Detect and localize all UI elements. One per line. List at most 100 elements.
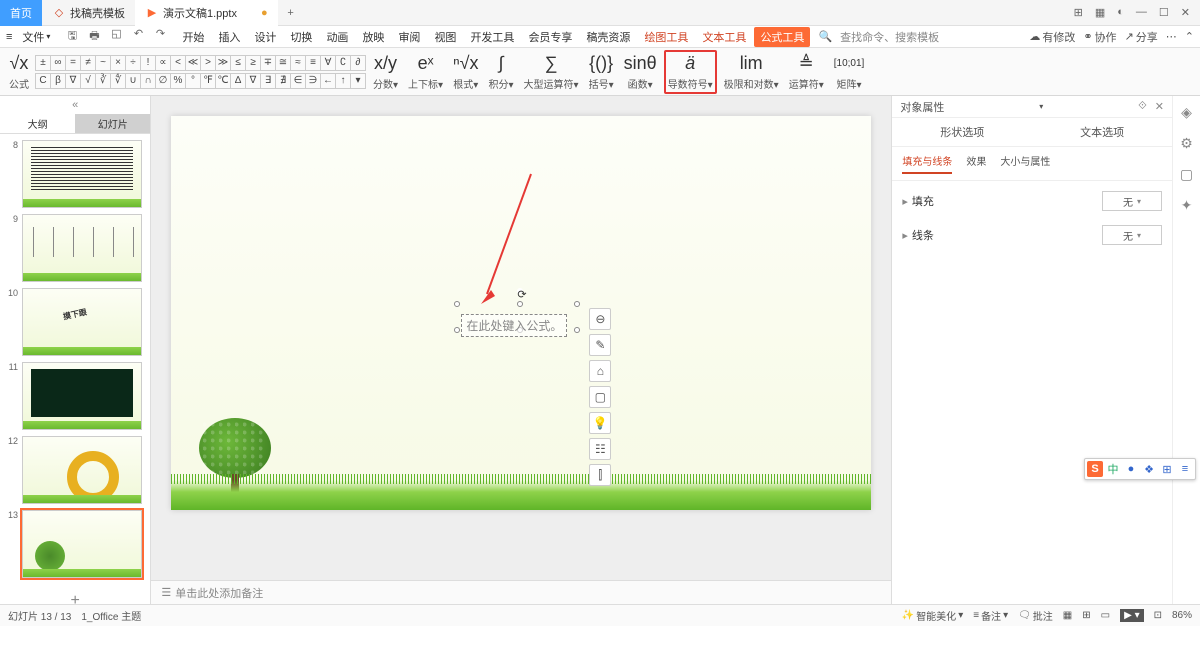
tab-shape-options[interactable]: 形状选项 [892,118,1032,146]
close-panel-icon[interactable]: ✕ [1155,100,1164,113]
view-normal-icon[interactable]: ▦ [1063,610,1072,621]
ime-logo-icon[interactable]: S [1087,461,1103,477]
pin-icon[interactable]: ⟐ [1138,100,1147,113]
view-reading-icon[interactable]: ▭ [1101,610,1110,621]
group-bracket[interactable]: {()}括号▾ [586,53,617,91]
subtab-effects[interactable]: 效果 [966,153,986,174]
thumb-11[interactable] [22,362,142,430]
tab-view[interactable]: 视图 [428,27,462,47]
beautify-button[interactable]: ✨ 智能美化 ▾ [902,608,963,623]
group-formula[interactable]: √x 公式 [6,53,32,91]
minimize-button[interactable]: — [1136,6,1147,19]
tab-outline[interactable]: 大纲 [0,114,75,133]
group-operator[interactable]: ≜运算符▾ [786,53,827,91]
float-list-icon[interactable]: ☷ [589,438,611,460]
new-tab-button[interactable]: + [278,7,304,19]
print-icon[interactable]: 🖶 [86,27,102,46]
rail-diamond-icon[interactable]: ◈ [1181,104,1192,121]
notes-pane[interactable]: ☰ 单击此处添加备注 [151,580,891,604]
row-line[interactable]: ▸线条 无 [902,225,1162,245]
row-fill[interactable]: ▸填充 无 [902,191,1162,211]
thumbnail-list[interactable]: 8 9 10摸下跟 11 12 13 + [0,134,150,604]
subtab-fill-line[interactable]: 填充与线条 [902,153,952,174]
tab-design[interactable]: 设计 [248,27,282,47]
tab-animation[interactable]: 动画 [320,27,354,47]
tab-insert[interactable]: 插入 [212,27,246,47]
preview-icon[interactable]: ◱ [108,27,124,46]
collaborate-button[interactable]: ⚭ 协作 [1083,29,1116,45]
equation-input[interactable]: 在此处键入公式。 [461,314,567,337]
tab-text-options[interactable]: 文本选项 [1032,118,1172,146]
comments-button[interactable]: 🗨 批注 [1018,608,1053,623]
more-icon[interactable]: ⋯ [1166,30,1177,43]
person-icon[interactable]: ◐ [1117,6,1124,19]
ui-icon2[interactable]: ▦ [1095,6,1105,19]
group-integral[interactable]: ∫积分▾ [486,53,517,91]
tab-transition[interactable]: 切换 [284,27,318,47]
zoom-fit-icon[interactable]: ⊡ [1154,610,1162,621]
subtab-size[interactable]: 大小与属性 [1000,153,1050,174]
share-button[interactable]: ↗ 分享 [1125,29,1158,45]
group-limit[interactable]: lim极限和对数▾ [721,53,782,91]
save-icon[interactable]: 🖫 [64,27,80,46]
rail-gear-icon[interactable]: ⚙ [1180,135,1193,152]
ime-kbd-icon[interactable]: ⊞ [1159,461,1175,477]
float-bulb-icon[interactable]: 💡 [589,412,611,434]
maximize-button[interactable]: ☐ [1159,6,1169,19]
ui-icon[interactable]: ⊞ [1074,6,1083,19]
play-button[interactable]: ▶ ▾ [1120,609,1144,622]
menu-icon[interactable]: ≡ [6,31,12,43]
float-close-icon[interactable]: ⊖ [589,308,611,330]
ime-lang-icon[interactable]: 中 [1105,461,1121,477]
ime-menu-icon[interactable]: ≡ [1177,461,1193,477]
group-matrix[interactable]: [10;01]矩阵▾ [831,53,868,91]
float-home-icon[interactable]: ⌂ [589,360,611,382]
tab-presentation[interactable]: ▶ 演示文稿1.pptx ● [135,0,278,26]
float-chart-icon[interactable]: ⫿ [589,464,611,486]
tab-drawing-tools[interactable]: 绘图工具 [638,27,694,47]
tab-review[interactable]: 审阅 [392,27,426,47]
rail-star-icon[interactable]: ✦ [1181,197,1193,214]
search-input[interactable]: 查找命令、搜索模板 [840,29,939,45]
group-large-op[interactable]: ∑大型运算符▾ [521,53,582,91]
group-radical[interactable]: ⁿ√x根式▾ [450,53,481,91]
tab-templates[interactable]: ◇ 找稿壳模板 [42,0,135,26]
tab-home[interactable]: 首页 [0,0,42,26]
file-menu[interactable]: 文件 ▾ [16,27,56,47]
ime-punct-icon[interactable]: ● [1123,461,1139,477]
line-select[interactable]: 无 [1102,225,1162,245]
tab-devtools[interactable]: 开发工具 [464,27,520,47]
redo-icon[interactable]: ↷ [152,27,168,46]
rail-doc-icon[interactable]: ▢ [1180,166,1193,183]
tab-start[interactable]: 开始 [176,27,210,47]
close-button[interactable]: ✕ [1181,6,1190,19]
notes-button[interactable]: ≡ 备注 ▾ [973,608,1008,623]
unsaved-indicator[interactable]: ☁ 有修改 [1029,29,1075,45]
thumb-13[interactable] [22,510,142,578]
slide-canvas[interactable]: ⟳ 在此处键入公式。 ⊖ ✎ ⌂ ▢ 💡 ☷ ⫿ [171,116,871,510]
tab-formula-tools[interactable]: 公式工具 [754,27,810,47]
thumb-8[interactable] [22,140,142,208]
tab-resources[interactable]: 稿壳资源 [580,27,636,47]
tab-slides[interactable]: 幻灯片 [75,114,150,133]
tab-member[interactable]: 会员专享 [522,27,578,47]
ime-voice-icon[interactable]: ❖ [1141,461,1157,477]
undo-icon[interactable]: ↶ [130,27,146,46]
fill-select[interactable]: 无 [1102,191,1162,211]
group-fraction[interactable]: x/y分数▾ [370,53,401,91]
group-derivative[interactable]: ä导数符号▾ [664,50,717,94]
tab-text-tools[interactable]: 文本工具 [696,27,752,47]
add-slide-button[interactable]: + [4,584,146,604]
collapse-ribbon-icon[interactable]: ⌃ [1185,30,1194,43]
ime-toolbar[interactable]: S 中 ● ❖ ⊞ ≡ [1084,458,1196,480]
view-grid-icon[interactable]: ⊞ [1082,610,1090,621]
thumb-12[interactable] [22,436,142,504]
group-function[interactable]: sinθ函数▾ [621,53,660,91]
float-doc-icon[interactable]: ▢ [589,386,611,408]
float-edit-icon[interactable]: ✎ [589,334,611,356]
zoom-value[interactable]: 86% [1172,610,1192,621]
group-script[interactable]: eˣ上下标▾ [405,53,446,91]
symbol-grid[interactable]: ±∞=≠~×÷!∝<≪>≫≤≥∓≅≈≡∀∁∂ Cβ∇√∛∜∪∩∅%°℉℃∆∇∃∄… [36,55,366,89]
thumb-9[interactable] [22,214,142,282]
canvas-scroll[interactable]: ⟳ 在此处键入公式。 ⊖ ✎ ⌂ ▢ 💡 ☷ ⫿ [151,96,891,580]
